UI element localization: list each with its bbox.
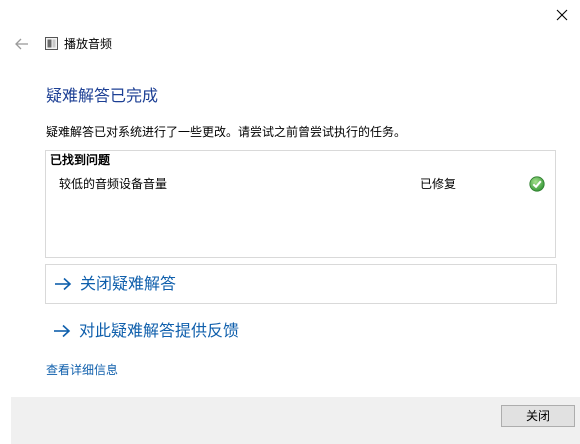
close-window-button[interactable] (549, 2, 575, 28)
problem-status: 已修复 (420, 177, 457, 191)
close-icon (556, 9, 568, 21)
troubleshooter-app-icon (45, 37, 58, 50)
app-title: 播放音频 (64, 37, 113, 51)
page-title: 疑难解答已完成 (46, 86, 159, 105)
back-button[interactable] (11, 34, 33, 54)
check-icon (529, 176, 545, 192)
right-arrow-icon (54, 324, 71, 338)
close-troubleshooter-link[interactable]: 关闭疑难解答 (45, 264, 557, 304)
problems-header: 已找到问题 (50, 153, 111, 167)
close-troubleshooter-label: 关闭疑难解答 (80, 274, 177, 293)
footer-bar: 关闭 (11, 397, 580, 444)
back-arrow-icon (15, 38, 28, 50)
problem-name: 较低的音频设备音量 (59, 177, 168, 191)
feedback-link[interactable]: 对此疑难解答提供反馈 (45, 314, 557, 348)
problems-found-panel: 已找到问题 较低的音频设备音量 已修复 (45, 150, 556, 258)
right-arrow-icon (55, 277, 72, 291)
result-description: 疑难解答已对系统进行了一些更改。请尝试之前曾尝试执行的任务。 (46, 125, 407, 139)
troubleshooter-window: 播放音频 疑难解答已完成 疑难解答已对系统进行了一些更改。请尝试之前曾尝试执行的… (0, 0, 580, 444)
close-button[interactable]: 关闭 (501, 405, 575, 427)
feedback-label: 对此疑难解答提供反馈 (79, 321, 240, 340)
view-details-link[interactable]: 查看详细信息 (46, 362, 118, 378)
